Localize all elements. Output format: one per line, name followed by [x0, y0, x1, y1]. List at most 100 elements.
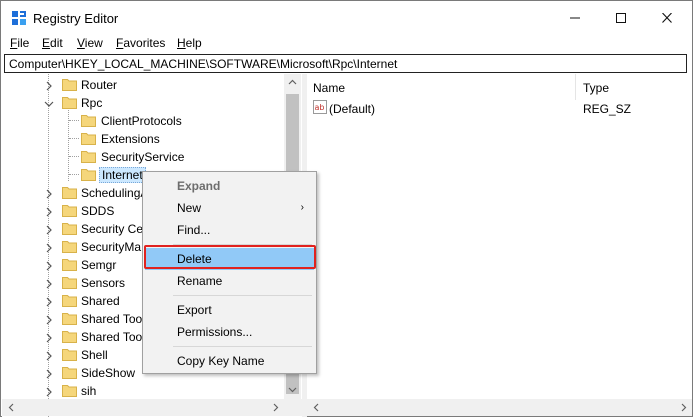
- chevron-down-icon[interactable]: [44, 98, 54, 108]
- address-path[interactable]: Computer\HKEY_LOCAL_MACHINE\SOFTWARE\Mic…: [9, 57, 397, 71]
- tree-item-rpc[interactable]: Rpc: [2, 94, 285, 112]
- svg-text:ab: ab: [315, 103, 325, 112]
- context-menu-rename[interactable]: Rename: [145, 270, 314, 292]
- tree-item-label: Security Ce: [81, 222, 144, 236]
- chevron-right-icon[interactable]: [44, 332, 54, 343]
- tree-item-label: Semgr: [81, 258, 117, 272]
- chevron-right-icon[interactable]: [44, 278, 54, 289]
- tree-item-clientprotocols[interactable]: ClientProtocols: [2, 112, 285, 130]
- tree-item-label: sih: [81, 384, 97, 398]
- folder-icon: [62, 222, 77, 235]
- context-menu-label: New: [177, 201, 202, 215]
- tree-horizontal-scrollbar[interactable]: [2, 399, 302, 416]
- value-name[interactable]: (Default): [329, 102, 375, 116]
- menu-separator: [173, 346, 312, 347]
- submenu-arrow-icon: ›: [300, 202, 304, 213]
- delete-highlight-annotation: [144, 245, 316, 269]
- tree-item-extensions[interactable]: Extensions: [2, 130, 285, 148]
- value-type: REG_SZ: [583, 102, 632, 116]
- chevron-right-icon[interactable]: [44, 224, 54, 235]
- chevron-right-icon[interactable]: [44, 188, 54, 199]
- tree-item-label: Extensions: [101, 132, 160, 146]
- chevron-right-icon[interactable]: [44, 296, 54, 307]
- tree-item-label: Shell: [81, 348, 108, 362]
- minimize-button[interactable]: [552, 1, 598, 35]
- menu-separator: [173, 295, 312, 296]
- scroll-left-arrow-icon[interactable]: [307, 399, 324, 416]
- tree-item-label: SecurityService: [101, 150, 185, 164]
- menu-edit[interactable]: Edit: [42, 36, 63, 50]
- tree-item-label: SDDS: [81, 204, 115, 218]
- maximize-button[interactable]: [598, 1, 644, 35]
- registry-editor-app-icon: [11, 10, 27, 26]
- chevron-right-icon[interactable]: [44, 350, 54, 361]
- folder-icon: [81, 114, 96, 127]
- folder-icon: [81, 132, 96, 145]
- context-menu-expand: Expand: [145, 175, 314, 197]
- folder-icon: [62, 366, 77, 379]
- window-title: Registry Editor: [33, 11, 119, 26]
- folder-icon: [62, 258, 77, 271]
- tree-item-sih[interactable]: sih: [2, 382, 285, 400]
- folder-icon: [62, 384, 77, 397]
- values-list: Name Type ab (Default) REG_SZ: [307, 74, 692, 399]
- address-bar[interactable]: Computer\HKEY_LOCAL_MACHINE\SOFTWARE\Mic…: [4, 54, 687, 73]
- column-divider[interactable]: [575, 74, 576, 100]
- folder-icon: [62, 348, 77, 361]
- folder-icon: [62, 78, 77, 91]
- chevron-right-icon[interactable]: [44, 242, 54, 253]
- folder-icon: [62, 96, 77, 109]
- menu-favorites[interactable]: Favorites: [116, 36, 165, 50]
- tree-item-label: Sensors: [81, 276, 126, 290]
- context-menu-new[interactable]: New ›: [145, 197, 314, 219]
- tree-item-label: SchedulingA: [81, 186, 149, 200]
- context-menu-find[interactable]: Find...: [145, 219, 314, 241]
- tree-item-securityservice[interactable]: SecurityService: [2, 148, 285, 166]
- tree-item-label: Shared Too: [81, 330, 143, 344]
- chevron-right-icon[interactable]: [44, 206, 54, 217]
- context-menu: Expand New › Find... Delete Rename Expor…: [142, 171, 317, 374]
- chevron-right-icon[interactable]: [44, 80, 54, 91]
- scroll-right-arrow-icon[interactable]: [675, 399, 692, 416]
- scroll-up-arrow-icon[interactable]: [284, 74, 301, 91]
- tree-item-label: Shared Too: [81, 312, 143, 326]
- chevron-right-icon[interactable]: [44, 386, 54, 397]
- chevron-right-icon[interactable]: [44, 314, 54, 325]
- tree-item-label: SideShow: [81, 366, 136, 380]
- menu-view[interactable]: View: [77, 36, 103, 50]
- folder-icon: [62, 186, 77, 199]
- context-menu-label: Permissions...: [177, 325, 253, 339]
- tree-item-label: SecurityMa: [81, 240, 142, 254]
- folder-icon: [81, 168, 96, 181]
- context-menu-export[interactable]: Export: [145, 299, 314, 321]
- tree-item-label: Router: [81, 78, 118, 92]
- scroll-right-arrow-icon[interactable]: [267, 399, 284, 416]
- column-header-name[interactable]: Name: [313, 81, 345, 95]
- tree-item-label: ClientProtocols: [101, 114, 182, 128]
- context-menu-label: Copy Key Name: [177, 354, 265, 368]
- context-menu-label: Expand: [177, 179, 221, 193]
- scroll-down-arrow-icon[interactable]: [284, 382, 301, 399]
- context-menu-label: Find...: [177, 223, 211, 237]
- column-header-type[interactable]: Type: [583, 81, 609, 95]
- folder-icon: [81, 150, 96, 163]
- chevron-right-icon[interactable]: [44, 368, 54, 379]
- scroll-left-arrow-icon[interactable]: [2, 399, 19, 416]
- context-menu-label: Rename: [177, 274, 223, 288]
- context-menu-permissions[interactable]: Permissions...: [145, 321, 314, 343]
- chevron-right-icon[interactable]: [44, 260, 54, 271]
- folder-icon: [62, 312, 77, 325]
- context-menu-copy-key-name[interactable]: Copy Key Name: [145, 350, 314, 372]
- tree-item-label: Rpc: [81, 96, 103, 110]
- context-menu-label: Export: [177, 303, 212, 317]
- folder-icon: [62, 240, 77, 253]
- menu-bar: File Edit View Favorites Help: [1, 35, 692, 53]
- menu-file[interactable]: File: [10, 36, 29, 50]
- list-horizontal-scrollbar[interactable]: [307, 399, 692, 416]
- title-bar[interactable]: Registry Editor: [1, 1, 692, 35]
- tree-item-router[interactable]: Router: [2, 76, 285, 94]
- close-button[interactable]: [644, 1, 690, 35]
- menu-help[interactable]: Help: [177, 36, 202, 50]
- folder-icon: [62, 294, 77, 307]
- folder-icon: [62, 204, 77, 217]
